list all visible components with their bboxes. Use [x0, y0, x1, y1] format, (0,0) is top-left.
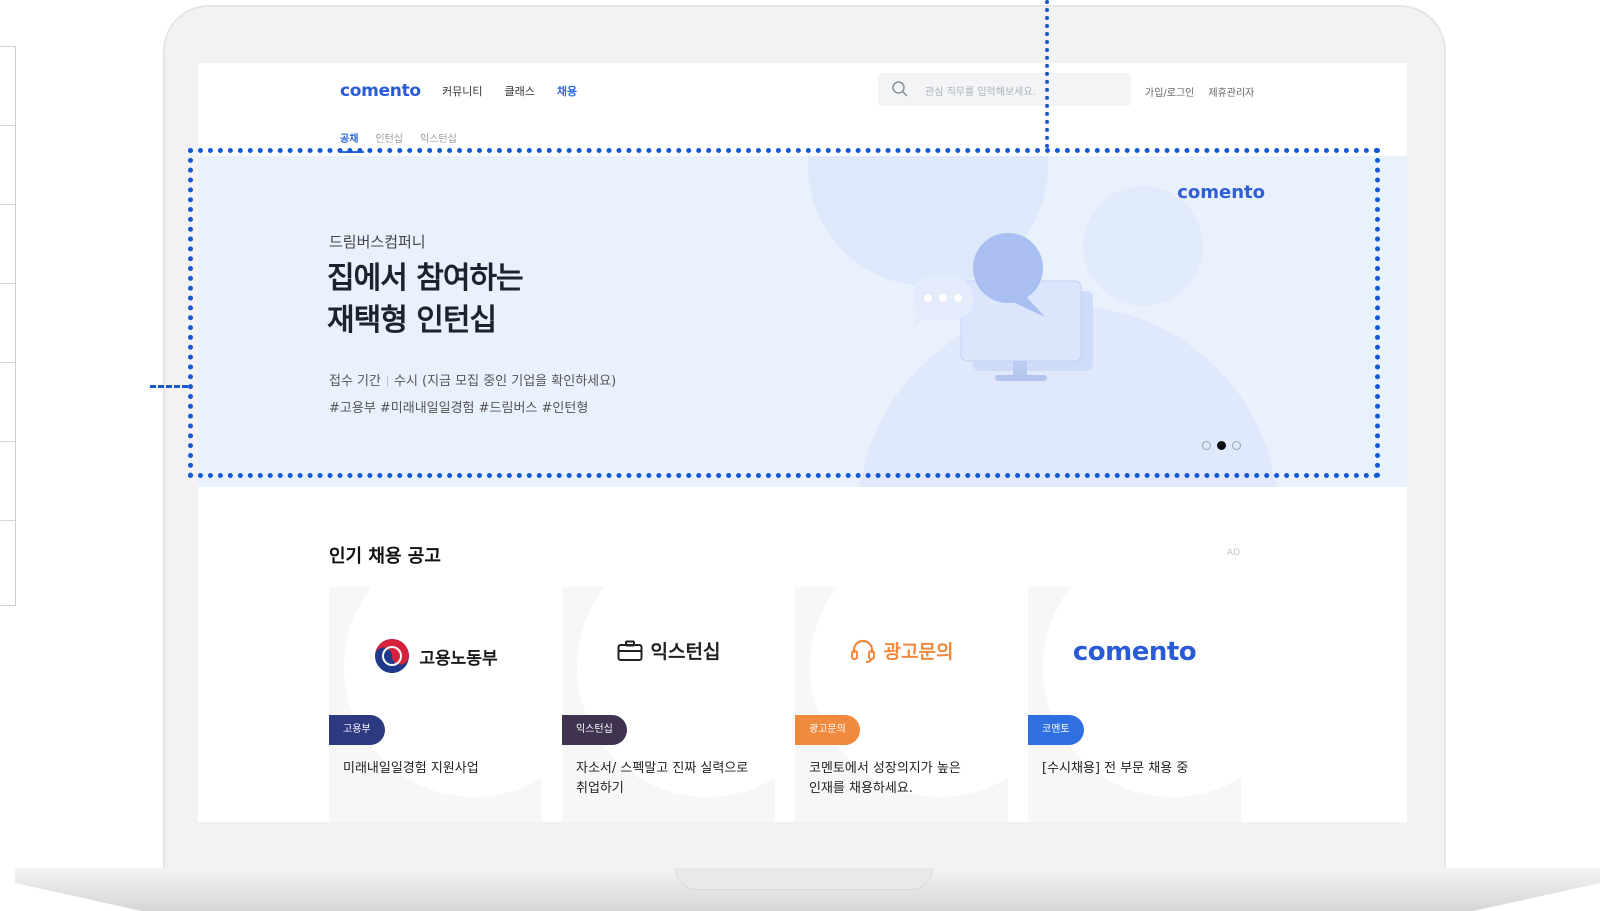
job-card[interactable]: 광고문의 광고문의 코멘토에서 성장의지가 높은 인재를 채용하세요.: [795, 587, 1008, 822]
leader-line-vertical: [1045, 0, 1049, 148]
card-tag: 고용부: [329, 715, 385, 745]
card-title-line: 코멘토에서 성장의지가 높은: [809, 761, 961, 776]
site-logo[interactable]: comento: [340, 81, 421, 101]
card-tag: 익스턴십: [562, 715, 627, 745]
partner-admin-link[interactable]: 제휴관리자: [1208, 84, 1254, 99]
guide-table: [0, 46, 16, 606]
signup-login-link[interactable]: 가입/로그인: [1145, 84, 1194, 99]
externship-logo-text: 익스턴십: [650, 641, 721, 663]
tab-externship[interactable]: 익스턴십: [420, 130, 457, 145]
job-card-list: 고용노동부 고용부 미래내일일경험 지원사업 익스턴십 익스턴십 자소서/ 스펙…: [329, 587, 1241, 822]
guide-row: [0, 363, 15, 442]
card-logo: 고용노동부: [329, 637, 542, 675]
nav-item-recruit[interactable]: 채용: [557, 83, 577, 99]
leader-line-horizontal: [150, 385, 188, 388]
card-title: [수시채용] 전 부문 채용 중: [1042, 761, 1189, 776]
header-links: 가입/로그인 제휴관리자: [1145, 84, 1254, 99]
search-input[interactable]: 관심 직무를 입력해보세요.: [878, 73, 1131, 106]
card-tag: 코멘토: [1028, 715, 1084, 745]
highlight-box: [188, 148, 1380, 478]
main-nav: 커뮤니티 클래스 채용: [442, 83, 577, 99]
job-card[interactable]: 익스턴십 익스턴십 자소서/ 스펙말고 진짜 실력으로 취업하기: [562, 587, 775, 822]
card-title-line: 자소서/ 스펙말고 진짜 실력으로: [576, 761, 749, 776]
job-card[interactable]: 고용노동부 고용부 미래내일일경험 지원사업: [329, 587, 542, 822]
nav-item-community[interactable]: 커뮤니티: [442, 83, 482, 99]
search-icon: [892, 81, 908, 97]
card-title-line: 인재를 채용하세요.: [809, 781, 913, 796]
section-title: 인기 채용 공고: [329, 546, 441, 567]
tab-internship[interactable]: 인턴십: [375, 130, 403, 145]
job-card[interactable]: comento 코멘토 [수시채용] 전 부문 채용 중: [1028, 587, 1241, 822]
card-logo: 광고문의: [795, 637, 1008, 664]
guide-row: [0, 521, 15, 600]
card-title: 미래내일일경험 지원사업: [343, 761, 479, 776]
ad-label: AD: [1227, 548, 1241, 558]
nav-item-class[interactable]: 클래스: [504, 83, 534, 99]
sub-nav: 공채 인턴십 익스턴십: [340, 130, 457, 145]
card-logo: 익스턴십: [562, 637, 775, 664]
guide-row: [0, 284, 15, 363]
comento-logo-text: comento: [1072, 637, 1197, 667]
card-tag: 광고문의: [795, 715, 860, 745]
taegeuk-icon: [375, 639, 410, 673]
headset-icon: [850, 639, 875, 663]
card-logo: comento: [1028, 637, 1241, 667]
ad-inquiry-logo-text: 광고문의: [883, 641, 954, 663]
search-placeholder: 관심 직무를 입력해보세요.: [925, 87, 1036, 98]
guide-row: [0, 126, 15, 205]
moel-logo-text: 고용노동부: [419, 648, 498, 669]
briefcase-icon: [617, 640, 643, 661]
tab-public-recruit[interactable]: 공채: [340, 130, 358, 145]
guide-row: [0, 442, 15, 521]
card-title: 코멘토에서 성장의지가 높은 인재를 채용하세요.: [809, 759, 961, 799]
card-title-line: 취업하기: [576, 781, 624, 796]
card-title: 자소서/ 스펙말고 진짜 실력으로 취업하기: [576, 759, 748, 799]
laptop-notch: [675, 868, 933, 890]
guide-row: [0, 47, 15, 126]
guide-row: [0, 205, 15, 284]
